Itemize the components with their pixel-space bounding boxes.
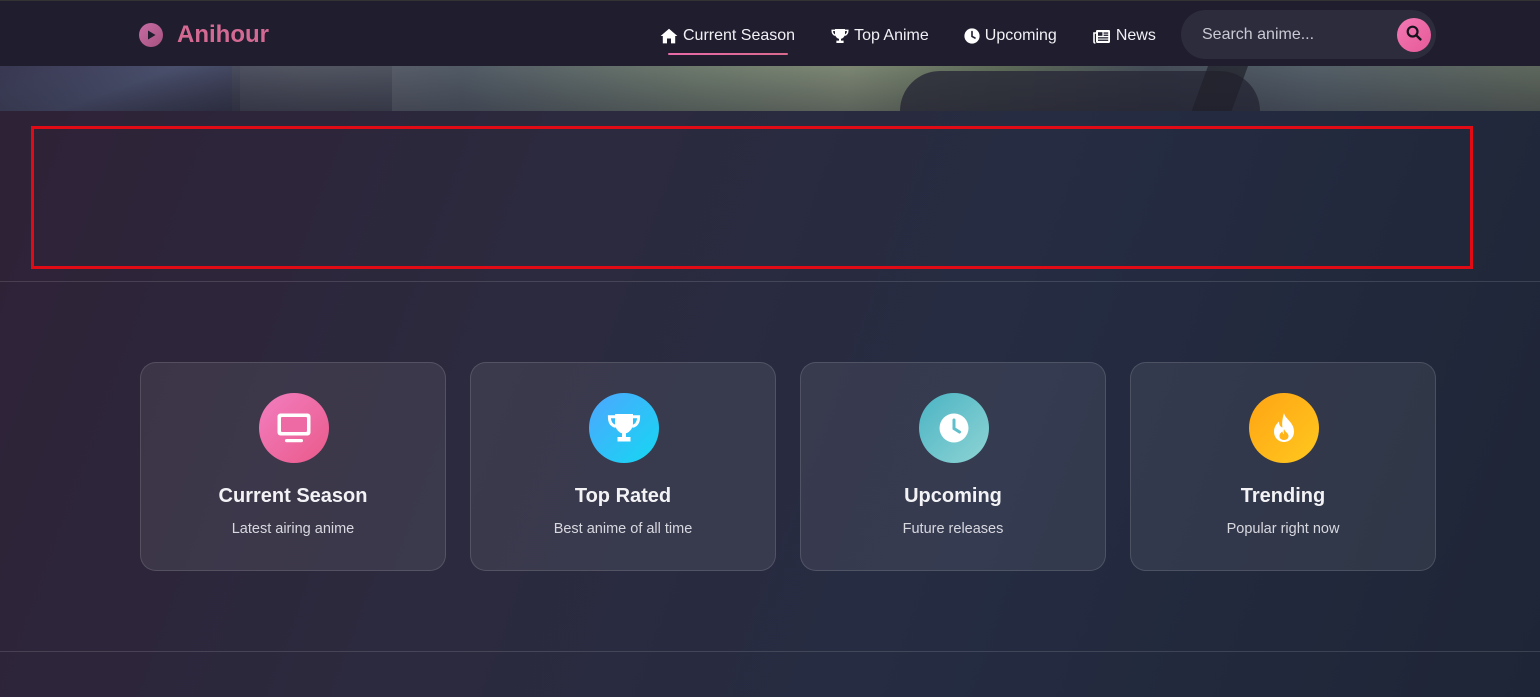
nav-links: Current Season Top Anime Upcoming News (660, 23, 1156, 55)
card-title: Trending (1240, 485, 1326, 507)
card-subtitle: Future releases (902, 521, 1004, 537)
search-input[interactable] (1202, 25, 1392, 44)
card-title: Current Season (218, 485, 368, 507)
category-card-upcoming[interactable]: Upcoming Future releases (800, 362, 1106, 571)
card-title: Top Rated (574, 485, 672, 507)
section-divider (0, 651, 1540, 652)
category-card-top-rated[interactable]: Top Rated Best anime of all time (470, 362, 776, 571)
search-box (1181, 10, 1436, 59)
nav-link-upcoming[interactable]: Upcoming (964, 23, 1057, 49)
section-divider (0, 281, 1540, 282)
nav-link-label: Current Season (683, 27, 796, 44)
card-title: Upcoming (904, 485, 1002, 507)
nav-link-top-anime[interactable]: Top Anime (831, 23, 929, 49)
search-icon (1406, 25, 1422, 46)
card-subtitle: Latest airing anime (231, 521, 355, 537)
nav-link-label: Upcoming (984, 27, 1057, 44)
hero-banner-image (0, 65, 1540, 111)
nav-link-news[interactable]: News (1093, 23, 1156, 49)
nav-link-label: News (1115, 27, 1156, 44)
category-card-current-season[interactable]: Current Season Latest airing anime (140, 362, 446, 571)
newspaper-icon (1093, 29, 1111, 44)
clock-icon (919, 393, 989, 463)
category-card-trending[interactable]: Trending Popular right now (1130, 362, 1436, 571)
nav-link-label: Top Anime (854, 27, 929, 44)
card-subtitle: Best anime of all time (553, 521, 693, 537)
highlighted-region (31, 126, 1473, 269)
brand-name: Anihour (177, 21, 269, 48)
navbar: Anihour Current Season Top Anime Upcomin… (0, 0, 1540, 66)
card-subtitle: Popular right now (1226, 521, 1340, 537)
brand-logo[interactable]: Anihour (139, 21, 269, 49)
search-button[interactable] (1397, 18, 1431, 52)
home-icon (660, 28, 678, 44)
trophy-icon (831, 28, 849, 44)
tv-icon (259, 393, 329, 463)
play-icon (139, 23, 163, 47)
fire-icon (1249, 393, 1319, 463)
nav-link-current-season[interactable]: Current Season (660, 23, 796, 55)
clock-icon (964, 28, 980, 44)
trophy-icon (589, 393, 659, 463)
